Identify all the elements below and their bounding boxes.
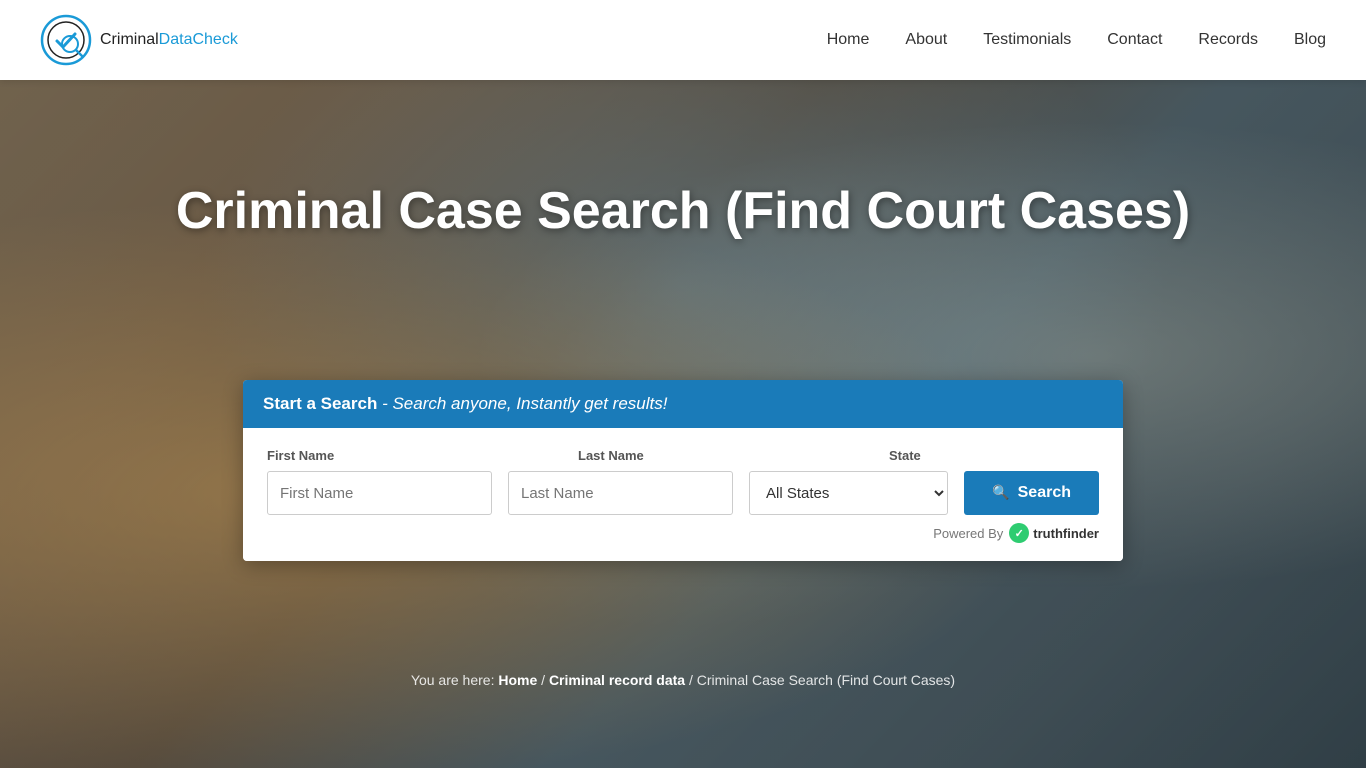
state-select[interactable]: All StatesAlabamaAlaskaArizonaArkansasCa…	[749, 471, 948, 515]
search-header-text: Start a Search - Search anyone, Instantl…	[263, 394, 667, 414]
label-first-name: First Name	[267, 448, 562, 463]
truthfinder-icon: ✓	[1009, 523, 1029, 543]
logo-icon	[40, 14, 92, 66]
breadcrumb-home[interactable]: Home	[498, 672, 537, 688]
breadcrumb: You are here: Home / Criminal record dat…	[0, 672, 1366, 688]
first-name-input[interactable]	[267, 471, 492, 515]
search-icon	[992, 484, 1009, 502]
label-state: State	[889, 448, 1099, 463]
nav-testimonials[interactable]: Testimonials	[983, 31, 1071, 48]
form-inputs: All StatesAlabamaAlaskaArizonaArkansasCa…	[267, 471, 1099, 515]
search-box: Start a Search - Search anyone, Instantl…	[243, 380, 1123, 561]
search-button[interactable]: Search	[964, 471, 1099, 515]
nav-contact[interactable]: Contact	[1107, 31, 1162, 48]
nav-blog[interactable]: Blog	[1294, 31, 1326, 48]
nav-records[interactable]: Records	[1198, 31, 1258, 48]
hero-title: Criminal Case Search (Find Court Cases)	[0, 180, 1366, 242]
powered-by: Powered By ✓ truthfinder	[267, 515, 1099, 547]
search-form-area: First Name Last Name State All StatesAla…	[243, 428, 1123, 561]
breadcrumb-criminal[interactable]: Criminal record data	[549, 672, 685, 688]
hero-section: Criminal Case Search (Find Court Cases) …	[0, 80, 1366, 768]
breadcrumb-current: Criminal Case Search (Find Court Cases)	[697, 672, 955, 688]
logo[interactable]: CriminalDataCheck	[40, 14, 238, 66]
site-header: CriminalDataCheck Home About Testimonial…	[0, 0, 1366, 80]
logo-text: CriminalDataCheck	[100, 31, 238, 49]
nav-about[interactable]: About	[905, 31, 947, 48]
main-nav: Home About Testimonials Contact Records …	[827, 31, 1326, 49]
nav-home[interactable]: Home	[827, 31, 870, 48]
search-header-bar: Start a Search - Search anyone, Instantl…	[243, 380, 1123, 428]
label-last-name: Last Name	[578, 448, 873, 463]
form-labels: First Name Last Name State	[267, 448, 1099, 463]
last-name-input[interactable]	[508, 471, 733, 515]
truthfinder-badge: ✓ truthfinder	[1009, 523, 1099, 543]
